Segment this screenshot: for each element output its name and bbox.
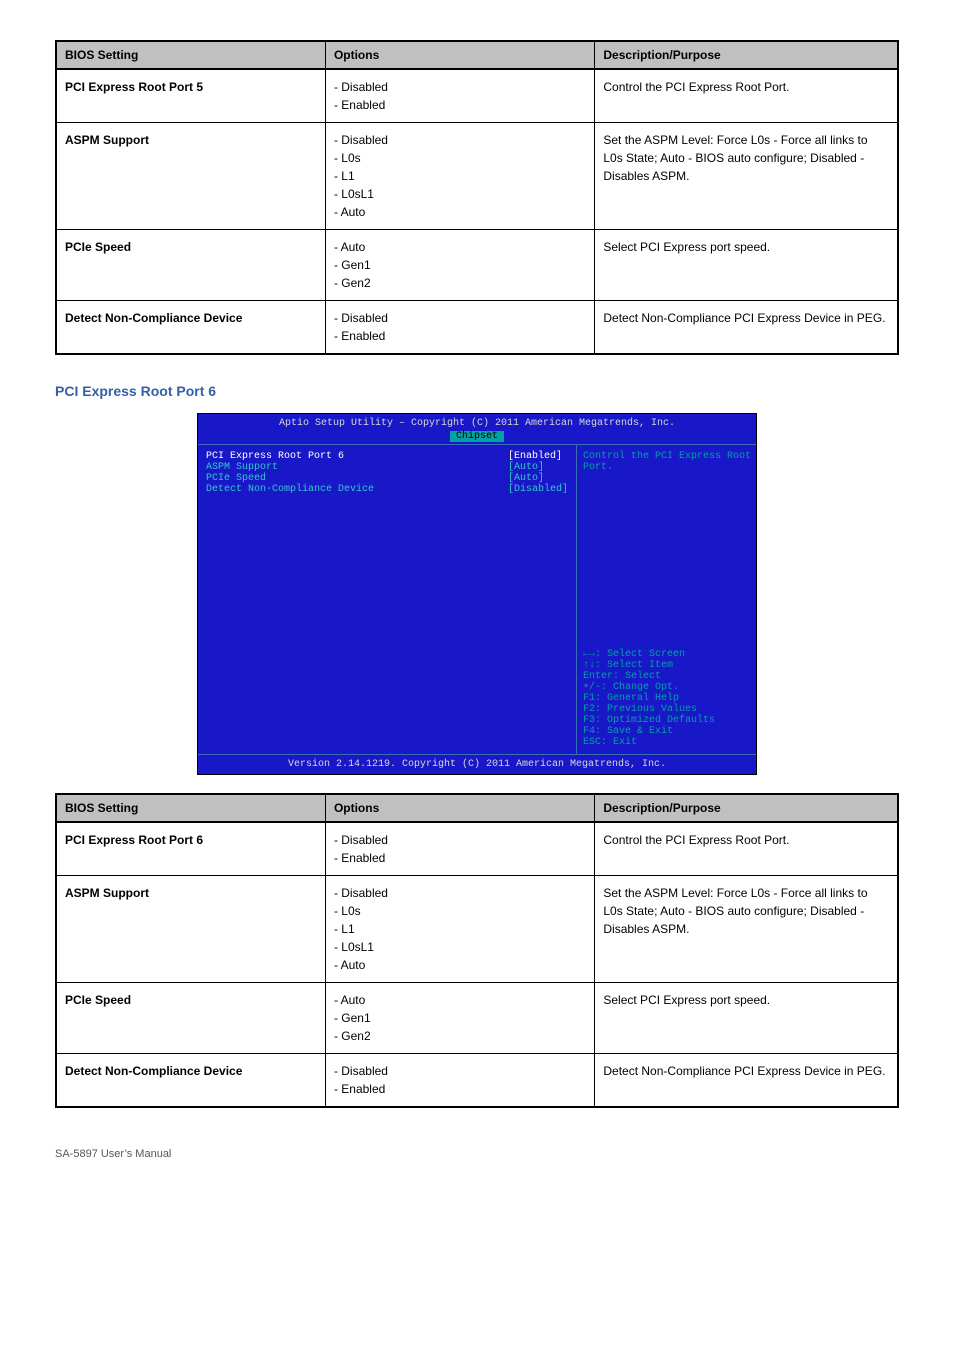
col-description: Description/Purpose [595, 41, 898, 69]
col-description: Description/Purpose [595, 794, 898, 822]
table-header-row: BIOS Setting Options Description/Purpose [56, 794, 898, 822]
bios-item-label[interactable]: ASPM Support [206, 462, 484, 473]
bios-tab-chipset[interactable]: Chipset [450, 431, 504, 442]
cell-setting: PCIe Speed [56, 983, 325, 1054]
bios-item-value[interactable]: [Auto] [508, 462, 568, 473]
section-title: PCI Express Root Port 6 [55, 383, 899, 399]
bios-right-pane: Control the PCI Express Root Port. ←→: S… [576, 445, 756, 754]
bios-body: PCI Express Root Port 6 [Enabled] ASPM Sup… [198, 444, 756, 754]
cell-options: - Disabled - Enabled [325, 822, 594, 876]
col-bios-setting: BIOS Setting [56, 794, 325, 822]
bios-footer: Version 2.14.1219. Copyright (C) 2011 Am… [198, 754, 756, 774]
cell-description: Detect Non-Compliance PCI Express Device… [595, 1054, 898, 1108]
bios-item-value[interactable]: [Disabled] [508, 484, 568, 495]
table-row: ASPM Support- Disabled - L0s - L1 - L0sL… [56, 876, 898, 983]
col-options: Options [325, 41, 594, 69]
cell-options: - Disabled - L0s - L1 - L0sL1 - Auto [325, 876, 594, 983]
bios-header: Aptio Setup Utility – Copyright (C) 2011… [198, 416, 756, 431]
page-footer: SA-5897 User’s Manual [55, 1148, 899, 1160]
bios-item-value[interactable]: [Enabled] [508, 451, 568, 462]
table-header-row: BIOS Setting Options Description/Purpose [56, 41, 898, 69]
table-row: PCI Express Root Port 5- Disabled - Enab… [56, 69, 898, 123]
cell-options: - Disabled - Enabled [325, 69, 594, 123]
cell-setting: Detect Non-Compliance Device [56, 301, 325, 355]
bios-screenshot: Aptio Setup Utility – Copyright (C) 2011… [197, 413, 757, 775]
cell-options: - Auto - Gen1 - Gen2 [325, 230, 594, 301]
table-row: PCIe Speed- Auto - Gen1 - Gen2Select PCI… [56, 983, 898, 1054]
bios-item-label[interactable]: Detect Non-Compliance Device [206, 484, 484, 495]
bios-tab-row: Chipset [198, 431, 756, 444]
bios-settings-table-2: BIOS Setting Options Description/Purpose… [55, 793, 899, 1108]
cell-setting: ASPM Support [56, 123, 325, 230]
col-bios-setting: BIOS Setting [56, 41, 325, 69]
cell-options: - Disabled - Enabled [325, 1054, 594, 1108]
bios-help-text: Control the PCI Express Root Port. [583, 451, 750, 473]
cell-setting: ASPM Support [56, 876, 325, 983]
table-row: ASPM Support- Disabled - L0s - L1 - L0sL… [56, 123, 898, 230]
cell-description: Control the PCI Express Root Port. [595, 822, 898, 876]
bios-hotkeys: ←→: Select Screen ↑↓: Select Item Enter:… [583, 649, 750, 748]
cell-setting: PCI Express Root Port 6 [56, 822, 325, 876]
cell-description: Control the PCI Express Root Port. [595, 69, 898, 123]
cell-setting: Detect Non-Compliance Device [56, 1054, 325, 1108]
col-options: Options [325, 794, 594, 822]
bios-item-label[interactable]: PCI Express Root Port 6 [206, 451, 484, 462]
cell-setting: PCIe Speed [56, 230, 325, 301]
cell-options: - Auto - Gen1 - Gen2 [325, 983, 594, 1054]
bios-topbar: Aptio Setup Utility – Copyright (C) 2011… [198, 414, 756, 444]
bios-item-value[interactable]: [Auto] [508, 473, 568, 484]
cell-description: Detect Non-Compliance PCI Express Device… [595, 301, 898, 355]
cell-description: Set the ASPM Level: Force L0s - Force al… [595, 876, 898, 983]
bios-settings-table-1: BIOS Setting Options Description/Purpose… [55, 40, 899, 355]
bios-item-list: PCI Express Root Port 6 [Enabled] ASPM Sup… [198, 445, 576, 754]
table-row: Detect Non-Compliance Device- Disabled -… [56, 301, 898, 355]
bios-item-label[interactable]: PCIe Speed [206, 473, 484, 484]
table-row: PCI Express Root Port 6- Disabled - Enab… [56, 822, 898, 876]
cell-options: - Disabled - Enabled [325, 301, 594, 355]
cell-description: Select PCI Express port speed. [595, 983, 898, 1054]
cell-description: Select PCI Express port speed. [595, 230, 898, 301]
cell-options: - Disabled - L0s - L1 - L0sL1 - Auto [325, 123, 594, 230]
table-row: PCIe Speed- Auto - Gen1 - Gen2Select PCI… [56, 230, 898, 301]
cell-description: Set the ASPM Level: Force L0s - Force al… [595, 123, 898, 230]
table-row: Detect Non-Compliance Device- Disabled -… [56, 1054, 898, 1108]
cell-setting: PCI Express Root Port 5 [56, 69, 325, 123]
